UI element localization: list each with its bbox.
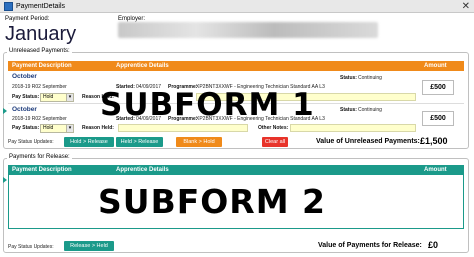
close-icon[interactable]: ✕ — [462, 0, 470, 13]
employer-field — [118, 22, 378, 38]
pay-status-label: Pay Status: — [12, 125, 40, 131]
record-selector-arrow-icon — [3, 108, 7, 114]
col-amount: Amount — [424, 63, 447, 69]
col-payment-description: Payment Description — [12, 167, 72, 173]
status-value: Continuing — [358, 75, 382, 81]
status-label: Status: — [340, 107, 357, 113]
subform1-overlay-text: SUBFORM 1 — [100, 87, 315, 123]
release-held-button[interactable]: Release > Held — [64, 241, 114, 251]
col-apprentice-details: Apprentice Details — [116, 63, 169, 69]
held-release-button[interactable]: Held > Release — [116, 137, 163, 147]
hold-release-button[interactable]: Hold > Release — [64, 137, 114, 147]
dropdown-arrow-icon[interactable]: ▾ — [66, 125, 73, 132]
subform2-header: Payment Description Apprentice Details A… — [8, 165, 464, 175]
unreleased-value-label: Value of Unreleased Payments: — [316, 138, 420, 145]
dropdown-arrow-icon[interactable]: ▾ — [66, 94, 73, 101]
subform2-overlay-text: SUBFORM 2 — [98, 182, 327, 221]
pay-status-select[interactable]: Hold ▾ — [40, 93, 74, 102]
other-notes-label: Other Notes: — [258, 125, 289, 131]
release-group-title: Payments for Release: — [7, 153, 72, 161]
release-value-amount: £0 — [428, 240, 439, 250]
col-payment-description: Payment Description — [12, 63, 72, 69]
clear-all-button[interactable]: Clear all — [262, 137, 288, 147]
row-description: 2018-19 R02 September — [12, 84, 67, 90]
reason-held-field[interactable] — [118, 124, 248, 132]
row-month: October — [12, 106, 37, 113]
status-label: Status: — [340, 75, 357, 81]
subform1-header: Payment Description Apprentice Details A… — [8, 61, 464, 71]
record-selector-arrow-icon — [3, 177, 7, 183]
row-month: October — [12, 73, 37, 80]
pay-status-updates-label: Pay Status Updates: — [8, 244, 54, 250]
reason-held-label: Reason Held: — [82, 125, 114, 131]
pay-status-select[interactable]: Hold ▾ — [40, 124, 74, 133]
unreleased-value-amount: £1,500 — [420, 136, 448, 146]
amount-value: £500 — [422, 111, 454, 126]
status-value: Continuing — [358, 107, 382, 113]
pay-status-value: Hold — [43, 94, 54, 100]
col-amount: Amount — [424, 167, 447, 173]
col-apprentice-details: Apprentice Details — [116, 167, 169, 173]
period-value: January — [5, 23, 77, 45]
amount-value: £500 — [422, 80, 454, 95]
pay-status-value: Hold — [43, 125, 54, 131]
row-description: 2018-19 R02 September — [12, 116, 67, 122]
app-icon — [4, 2, 13, 11]
unreleased-group-title: Unreleased Payments: — [7, 47, 72, 55]
window-titlebar: PaymentDetails ✕ — [0, 0, 474, 13]
other-notes-field[interactable] — [290, 124, 416, 132]
release-value-label: Value of Payments for Release: — [318, 242, 422, 249]
pay-status-updates-label: Pay Status Updates: — [8, 139, 54, 145]
window-title: PaymentDetails — [16, 3, 66, 10]
blank-hold-button[interactable]: Blank > Hold — [176, 137, 222, 147]
pay-status-label: Pay Status: — [12, 94, 40, 100]
